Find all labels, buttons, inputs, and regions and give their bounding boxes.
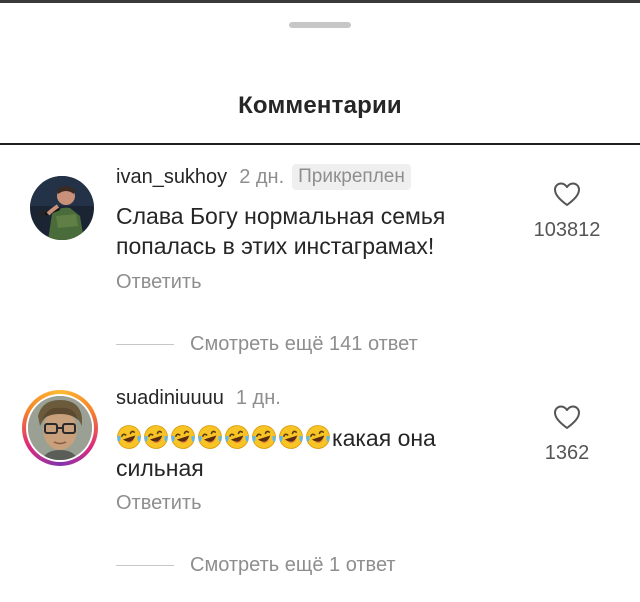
reply-button[interactable]: Ответить <box>116 271 202 294</box>
laughing-crying-emoji-icon <box>198 425 222 449</box>
view-replies-label: Смотреть ещё 141 ответ <box>190 333 418 355</box>
avatar[interactable] <box>30 176 94 240</box>
username[interactable]: ivan_sukhoy <box>116 166 227 189</box>
like-column: 103812 <box>512 181 622 242</box>
laughing-crying-emoji-icon <box>171 425 195 449</box>
laughing-crying-emoji-icon <box>252 425 276 449</box>
comment-text: какая она сильная <box>116 423 486 483</box>
laughing-crying-emoji-icon <box>279 425 303 449</box>
like-count: 103812 <box>533 219 601 241</box>
top-edge-strip <box>0 0 640 3</box>
comment-text: Слава Богу нормальная семья попалась в э… <box>116 203 446 259</box>
laughing-crying-emoji-icon <box>306 425 330 449</box>
like-column: 1362 <box>512 404 622 465</box>
view-replies-line <box>116 344 174 345</box>
avatar-photo-singer-icon <box>30 176 94 240</box>
view-replies-button[interactable]: Смотреть ещё 1 ответ <box>116 554 396 577</box>
heart-icon <box>554 182 580 206</box>
view-replies-line <box>116 565 174 566</box>
view-replies-button[interactable]: Смотреть ещё 141 ответ <box>116 333 418 356</box>
sheet-title: Комментарии <box>238 92 402 119</box>
like-count: 1362 <box>544 442 590 464</box>
comment-meta: ivan_sukhoy 2 дн. Прикреплен <box>116 163 411 191</box>
pinned-badge: Прикреплен <box>292 164 411 190</box>
avatar-photo-glasses-icon <box>28 396 92 460</box>
laughing-crying-emoji-icon <box>144 425 168 449</box>
avatar[interactable] <box>28 396 92 460</box>
username[interactable]: suadiniuuuu <box>116 387 224 410</box>
heart-icon <box>554 405 580 429</box>
comment-time: 2 дн. <box>239 165 285 188</box>
header-divider <box>0 143 640 145</box>
comment-time: 1 дн. <box>235 386 281 409</box>
like-button[interactable] <box>512 404 622 430</box>
like-button[interactable] <box>512 181 622 207</box>
reply-button[interactable]: Ответить <box>116 492 202 515</box>
comments-sheet: Комментарии ivan_sukhoy 2 дн. Прикреплен… <box>0 0 640 602</box>
laughing-crying-emoji-icon <box>117 425 141 449</box>
drag-handle[interactable] <box>289 22 351 28</box>
emoji-sequence <box>116 425 332 451</box>
comment-meta: suadiniuuuu 1 дн. <box>116 384 281 412</box>
laughing-crying-emoji-icon <box>225 425 249 449</box>
view-replies-label: Смотреть ещё 1 ответ <box>190 554 396 576</box>
